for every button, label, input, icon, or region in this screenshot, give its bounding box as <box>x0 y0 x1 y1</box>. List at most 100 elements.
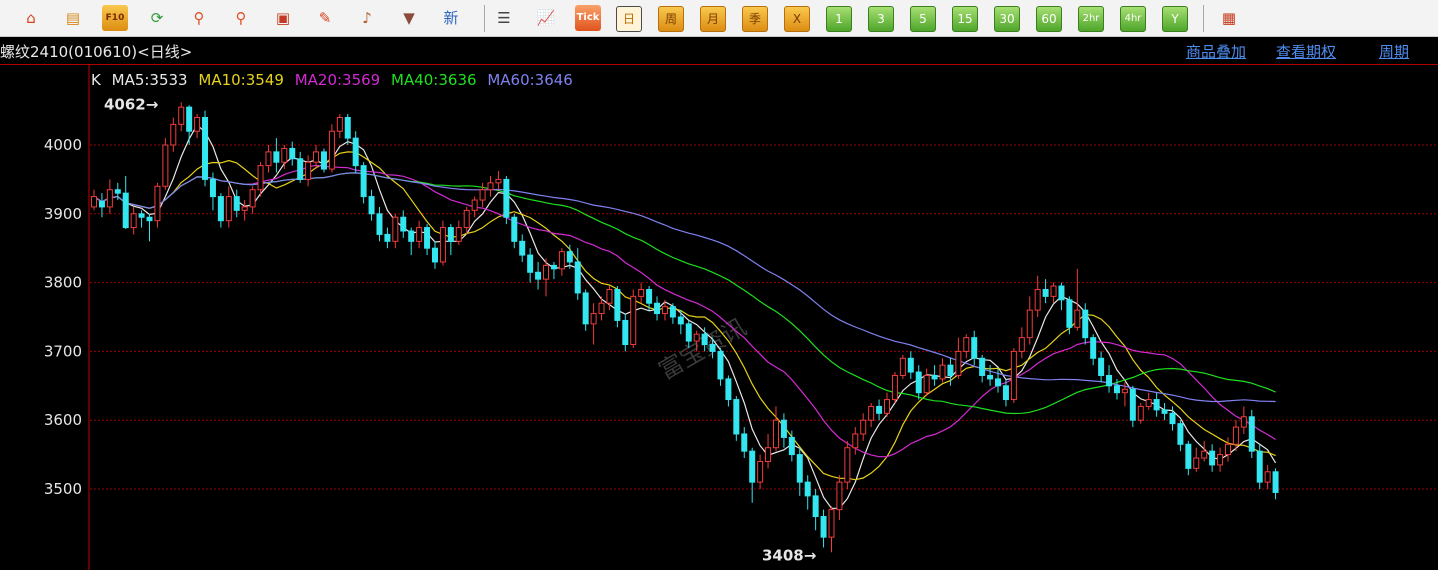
candle <box>336 114 343 139</box>
filter-icon[interactable]: ▼ <box>396 5 422 31</box>
candle <box>344 114 351 145</box>
period-button-2[interactable]: 月 <box>700 6 726 32</box>
candle <box>1034 275 1041 317</box>
candle <box>638 282 645 304</box>
pen-icon[interactable]: ✎ <box>312 5 338 31</box>
candle <box>630 289 637 348</box>
candle <box>1018 327 1025 359</box>
candle <box>1082 303 1089 345</box>
period-button-8[interactable]: 15 <box>952 6 978 32</box>
period-button-7[interactable]: 5 <box>910 6 936 32</box>
line-chart-icon[interactable]: 📈 <box>533 5 559 31</box>
candle <box>297 151 304 183</box>
bell-icon[interactable]: ♪ <box>354 5 380 31</box>
candle <box>1129 385 1136 428</box>
windows-icon[interactable]: ▣ <box>270 5 296 31</box>
candle <box>749 447 756 503</box>
candle <box>431 241 438 269</box>
candlestick-chart[interactable]: 3500 3600 3700 3800 3900 4000 富宝资讯 4062→ 3408→ <box>0 65 1438 570</box>
candle <box>535 261 542 290</box>
period-button-13[interactable]: Y <box>1162 6 1188 32</box>
candle <box>765 433 772 469</box>
candle <box>519 234 526 262</box>
period-button-3[interactable]: 季 <box>742 6 768 32</box>
candle <box>971 330 978 366</box>
period-button-4[interactable]: X <box>784 6 810 32</box>
period-button-10[interactable]: 60 <box>1036 6 1062 32</box>
candle <box>1193 447 1200 472</box>
period-button-11[interactable]: 2hr <box>1078 6 1104 32</box>
candle <box>820 509 827 548</box>
candle <box>376 206 383 242</box>
period-button-12[interactable]: 4hr <box>1120 6 1146 32</box>
f10-icon[interactable]: F10 <box>102 5 128 31</box>
candle <box>923 368 930 397</box>
refresh-icon[interactable]: ⟳ <box>144 5 170 31</box>
candle <box>146 213 153 242</box>
candle <box>241 200 248 221</box>
ma10-line <box>93 151 1276 481</box>
candle <box>804 475 811 510</box>
period-button-6[interactable]: 3 <box>868 6 894 32</box>
candle <box>384 227 391 249</box>
news-icon[interactable]: 新 <box>438 5 464 31</box>
candle <box>1010 347 1017 403</box>
candle <box>860 413 867 441</box>
y-tick-label: 3900 <box>44 205 82 223</box>
candle <box>1137 403 1144 424</box>
ma20-line <box>93 164 1276 458</box>
y-tick-label: 3800 <box>44 274 82 292</box>
candle <box>1201 440 1208 462</box>
period-button-5[interactable]: 1 <box>826 6 852 32</box>
period-button-1[interactable]: 周 <box>658 6 684 32</box>
zoom-in-icon[interactable]: ⚲ <box>186 5 212 31</box>
notes-icon[interactable]: ▤ <box>60 5 86 31</box>
zoom-out-icon[interactable]: ⚲ <box>228 5 254 31</box>
candle <box>590 303 597 345</box>
candle <box>1185 440 1192 476</box>
candle <box>400 210 407 238</box>
candle <box>852 427 859 455</box>
candle <box>1026 296 1033 345</box>
period-button-9[interactable]: 30 <box>994 6 1020 32</box>
candle <box>360 162 367 204</box>
candle <box>1240 406 1247 434</box>
candle <box>138 210 145 228</box>
candle <box>550 261 557 280</box>
watermark: 富宝资讯 <box>654 313 751 385</box>
table-icon[interactable]: ☰ <box>491 5 517 31</box>
candle <box>891 372 898 403</box>
candle <box>408 227 415 256</box>
view-options-link[interactable]: 查看期权 <box>1276 41 1336 62</box>
y-tick-label: 3500 <box>44 480 82 498</box>
candle <box>899 354 906 379</box>
commodity-overlay-link[interactable]: 商品叠加 <box>1186 41 1246 62</box>
home-icon[interactable]: ⌂ <box>18 5 44 31</box>
candle <box>1264 464 1271 489</box>
legend-ma40: MA40:3636 <box>391 71 477 89</box>
candle <box>154 182 161 228</box>
candle <box>1248 409 1255 459</box>
candle <box>654 296 661 321</box>
candle <box>305 155 312 187</box>
candle <box>1145 392 1152 410</box>
candle <box>273 138 280 173</box>
grid-icon[interactable]: ▦ <box>1216 5 1242 31</box>
candle <box>868 403 875 428</box>
candle <box>558 248 565 276</box>
period-button-0[interactable]: 日 <box>616 6 642 32</box>
candle <box>1074 268 1081 331</box>
candle <box>995 368 1002 393</box>
instrument-title: 螺纹2410(010610)<日线> <box>0 43 193 61</box>
tick-icon[interactable]: Tick <box>575 5 601 31</box>
candle <box>162 138 169 190</box>
candle <box>320 148 327 173</box>
candle <box>1177 420 1184 452</box>
candle <box>178 102 185 132</box>
candle <box>225 186 232 228</box>
candle <box>884 392 890 417</box>
candle <box>939 358 946 383</box>
candle <box>1161 403 1168 421</box>
period-link[interactable]: 周期 <box>1379 41 1409 62</box>
toolbar: ⌂ ▤ F10 ⟳ ⚲ ⚲ ▣ ✎ ♪ ▼ 新 ☰ 📈 Tick 日周月季 X 1 3 5 15 30 60 2hr 4hr Y… <box>0 0 1438 37</box>
